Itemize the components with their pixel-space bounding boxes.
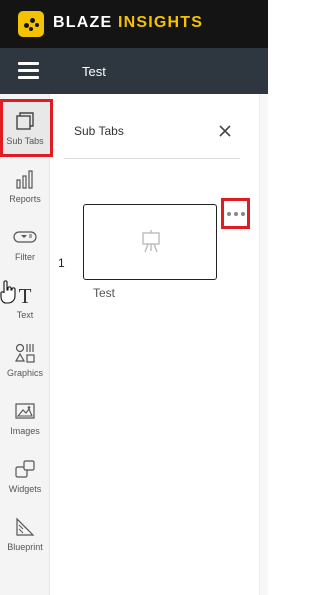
brand-name: BLAZE INSIGHTS [53,14,203,32]
sidebar-item-images[interactable]: Images [0,389,50,447]
sidebar-item-label: Filter [15,252,35,262]
close-icon[interactable] [218,124,232,138]
image-icon [15,403,35,419]
sidebar-item-label: Widgets [8,484,42,494]
panel-divider [64,158,240,159]
more-dots-icon [227,212,231,216]
blaze-logo-icon [18,11,44,37]
filter-icon [13,231,37,243]
hand-cursor-icon [0,280,16,304]
svg-text:T: T [19,284,32,307]
sub-tab-thumbnail[interactable] [83,204,217,280]
sidebar-item-label: Text [16,310,34,320]
panel-title: Sub Tabs [74,124,124,138]
right-edge-strip [259,94,268,595]
blueprint-icon [16,517,35,536]
brand-name-part2: INSIGHTS [117,14,204,31]
bar-chart-icon [16,170,33,189]
app-header: BLAZE INSIGHTS [0,0,268,48]
sidebar-highlight-box [0,99,53,157]
sidebar-item-label: Graphics [6,368,43,378]
widget-icon [15,460,35,478]
hamburger-menu-icon[interactable] [18,62,39,80]
sidebar-item-label: Images [10,426,40,436]
brand-name-part1: BLAZE [53,14,113,31]
sidebar-item-graphics[interactable]: Graphics [0,331,50,389]
sidebar-item-label: Blueprint [7,542,43,552]
sidebar-item-blueprint[interactable]: Blueprint [0,505,50,563]
navbar: Test [0,48,268,94]
more-options-button[interactable] [221,198,250,229]
sub-tab-label: Test [93,286,116,300]
sidebar-item-filter[interactable]: Filter [0,215,50,273]
sidebar-item-widgets[interactable]: Widgets [0,447,50,505]
sidebar: Sub Tabs Reports Filter T Text Graphics … [0,94,50,595]
shapes-icon [14,343,35,363]
sidebar-item-label: Reports [9,194,41,204]
dashboard-title: Test [82,64,106,79]
presentation-board-icon [142,230,160,253]
sub-tab-index: 1 [58,256,65,270]
sidebar-item-reports[interactable]: Reports [0,157,50,215]
